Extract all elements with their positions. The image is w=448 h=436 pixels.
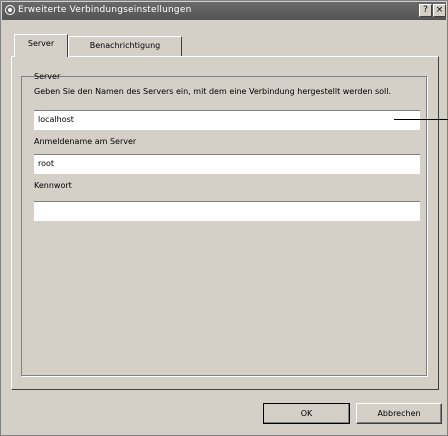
password-label: Kennwort [34,181,72,190]
close-button[interactable]: × [433,4,446,17]
ok-button[interactable]: OK [263,403,350,424]
window-title: Erweiterte Verbindungseinstellungen [18,5,192,15]
cancel-button[interactable]: Abbrechen [356,403,442,424]
group-title: Server [34,72,61,81]
help-button[interactable]: ? [419,4,432,17]
server-description: Geben Sie den Namen des Servers ein, mit… [34,87,392,96]
app-icon [5,5,15,15]
username-input[interactable]: root [34,154,420,174]
tab-notification[interactable]: Benachrichtigung [68,36,182,56]
server-input[interactable]: localhost [34,110,420,130]
username-label: Anmeldename am Server [34,137,137,146]
pointer-line [394,119,448,120]
title-bar[interactable]: Erweiterte Verbindungseinstellungen ? × [2,2,446,20]
tab-server[interactable]: Server [14,34,68,57]
password-input[interactable] [34,201,420,221]
